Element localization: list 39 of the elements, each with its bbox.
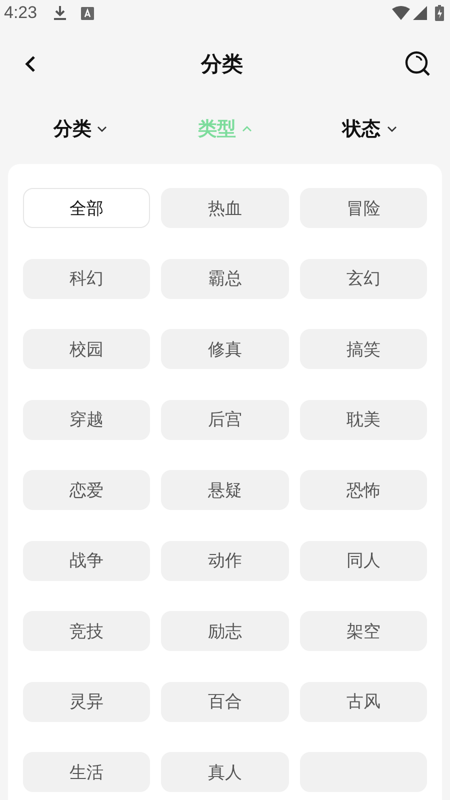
tag-button[interactable]: 科幻 <box>23 258 150 298</box>
tag-button[interactable]: 同人 <box>300 540 427 580</box>
tag-button[interactable]: 后宫 <box>161 400 289 440</box>
tag-button[interactable]: 全部 <box>23 188 150 228</box>
search-button[interactable] <box>404 50 432 78</box>
caret-down-icon <box>386 125 397 133</box>
tag-button[interactable]: 恐怖 <box>300 470 427 510</box>
battery-icon <box>435 5 444 21</box>
tag-button[interactable]: 霸总 <box>161 258 289 298</box>
tag-button[interactable]: 玄幻 <box>300 258 427 298</box>
tag-button[interactable]: 修真 <box>161 329 289 369</box>
filter-tab[interactable]: 状态 <box>297 116 442 142</box>
tag-button[interactable]: 穿越 <box>23 400 150 440</box>
tag-button[interactable]: 悬疑 <box>161 470 289 510</box>
tag-button[interactable]: 生活 <box>23 752 150 792</box>
tag-button[interactable]: 热血 <box>161 188 289 228</box>
tag-button[interactable]: 架空 <box>300 611 427 651</box>
tag-button[interactable]: 冒险 <box>300 188 427 228</box>
page-title: 分类 <box>201 51 243 78</box>
signal-icon <box>413 6 427 20</box>
tag-button[interactable]: 百合 <box>161 682 289 722</box>
caret-up-icon <box>242 125 252 133</box>
status-time: 4:23 <box>4 3 38 23</box>
tag-button[interactable]: 恋爱 <box>23 470 150 510</box>
tag-button[interactable]: 战争 <box>23 540 150 580</box>
filter-tab[interactable]: 分类 <box>8 116 153 142</box>
caret-down-icon <box>97 125 108 133</box>
keyboard-icon <box>81 6 94 20</box>
tag-button[interactable]: 竞技 <box>23 611 150 651</box>
tag-button[interactable]: 古风 <box>300 682 427 722</box>
tag-button[interactable]: 真人 <box>161 752 289 792</box>
tag-button[interactable]: 灵异 <box>23 682 150 722</box>
tag-button[interactable]: 校园 <box>23 329 150 369</box>
tag-button[interactable]: 搞笑 <box>300 329 427 369</box>
download-icon <box>53 5 68 21</box>
tag-button[interactable]: 动作 <box>161 540 289 580</box>
tag-button[interactable]: 耽美 <box>300 400 427 440</box>
wifi-icon <box>392 6 410 20</box>
tag-button[interactable]: 励志 <box>161 611 289 651</box>
